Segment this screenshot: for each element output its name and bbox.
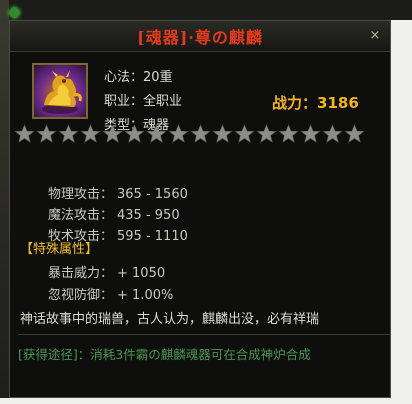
- star-icon: [278, 124, 299, 143]
- green-gem-icon: [8, 6, 21, 19]
- star-icon: [256, 124, 277, 143]
- stat-label: 物理攻击：: [48, 187, 114, 202]
- combat-power-value: 3186: [317, 94, 359, 112]
- stat-label: 忽视防御：: [48, 288, 114, 303]
- item-description: 神话故事中的瑞兽，古人认为，麒麟出没，必有祥瑞: [20, 312, 320, 327]
- star-icon: [36, 124, 57, 143]
- stat-value: + 1050: [117, 266, 166, 281]
- star-icon: [58, 124, 79, 143]
- stat-value: 595 - 1110: [117, 229, 188, 244]
- acquisition-source: [获得途径]：消耗3件霸の麒麟魂器可在合成神炉合成: [18, 347, 311, 362]
- attr-method: 心法：20重: [104, 70, 173, 85]
- special-ignore-defense: 忽视防御： + 1.00%: [48, 284, 173, 303]
- star-icon: [124, 124, 145, 143]
- attr-class: 职业：全职业: [104, 94, 183, 109]
- left-frame-strip: [0, 0, 9, 404]
- star-rating: [14, 124, 365, 144]
- combat-power-label: 战力：: [272, 94, 318, 112]
- stat-value: 365 - 1560: [117, 187, 188, 202]
- stat-label: 暴击威力：: [48, 266, 114, 281]
- star-icon: [344, 124, 365, 143]
- stat-magic-attack: 魔法攻击： 435 - 950: [48, 204, 180, 223]
- star-icon: [168, 124, 189, 143]
- star-icon: [300, 124, 321, 143]
- combat-power: 战力：3186: [272, 92, 359, 113]
- star-icon: [146, 124, 167, 143]
- special-attributes-header: 【特殊属性】: [20, 242, 99, 257]
- star-icon: [102, 124, 123, 143]
- stat-label: 魔法攻击：: [48, 208, 114, 223]
- star-icon: [212, 124, 233, 143]
- background-edge: [391, 20, 412, 404]
- star-icon: [234, 124, 255, 143]
- golden-qilin-icon: [32, 63, 88, 119]
- divider: [18, 334, 394, 335]
- background-edge-bottom: [0, 398, 412, 404]
- special-crit-power: 暴击威力： + 1050: [48, 262, 165, 281]
- star-icon: [190, 124, 211, 143]
- close-button[interactable]: ×: [365, 26, 385, 46]
- star-icon: [14, 124, 35, 143]
- tooltip-titlebar: [魂器]·尊の麒麟 ×: [10, 21, 390, 52]
- stat-value: 435 - 950: [117, 208, 180, 223]
- item-title: [魂器]·尊の麒麟: [137, 28, 263, 47]
- stat-physical-attack: 物理攻击： 365 - 1560: [48, 183, 188, 202]
- star-icon: [80, 124, 101, 143]
- star-icon: [322, 124, 343, 143]
- stat-value: + 1.00%: [117, 288, 174, 303]
